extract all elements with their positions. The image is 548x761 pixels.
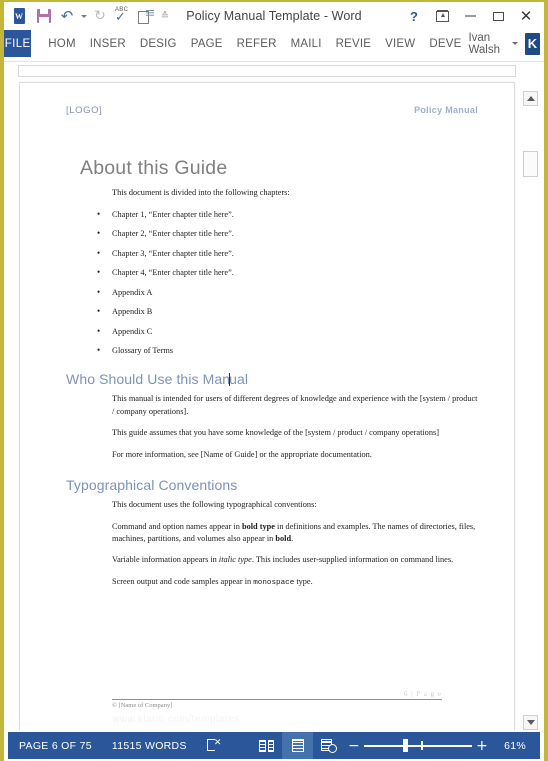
list-item: Chapter 3, “Enter chapter title here”.	[66, 248, 478, 258]
typo-cmd-bold2: bold	[275, 533, 292, 543]
zoom-slider-track	[364, 745, 472, 747]
list-item: Appendix A	[66, 287, 478, 297]
view-buttons	[251, 732, 344, 759]
typo-var-part2: . This includes user-supplied informatio…	[251, 555, 454, 565]
redo-icon[interactable]: ↻	[89, 5, 111, 27]
touch-mode-icon[interactable]	[135, 5, 157, 27]
scroll-down-icon[interactable]	[523, 715, 538, 730]
status-bar: PAGE 6 OF 75 11515 WORDS ✕ − + 61%	[8, 732, 540, 759]
who-paragraph-1: This manual is intended for users of dif…	[112, 394, 478, 416]
list-item: Appendix B	[66, 306, 478, 316]
document-page[interactable]: [LOGO] Policy Manual About this Guide Th…	[19, 82, 515, 730]
quick-access-toolbar: W ↶ ↻ ABC ✓ ≙	[4, 5, 172, 27]
close-button[interactable]: ✕	[513, 5, 539, 27]
horizontal-ruler[interactable]	[18, 65, 516, 77]
minimize-button[interactable]	[457, 5, 483, 27]
typo-paragraph-command: Command and option names appear in bold …	[112, 521, 478, 546]
tab-review[interactable]: REVIE	[329, 30, 379, 57]
word-window: W ↶ ↻ ABC ✓ ≙ Policy Manual Template - Wo…	[0, 0, 548, 761]
vertical-scrollbar[interactable]	[523, 63, 538, 730]
scrollbar-thumb[interactable]	[523, 151, 538, 177]
status-word-count[interactable]: 11515 WORDS	[102, 732, 197, 759]
list-item: Chapter 4, “Enter chapter title here”.	[66, 267, 478, 277]
tab-design[interactable]: DESIG	[133, 30, 184, 57]
undo-dropdown-icon[interactable]	[79, 5, 88, 27]
zoom-out-button[interactable]: −	[344, 739, 364, 753]
read-mode-view-button[interactable]	[251, 732, 282, 759]
tab-references[interactable]: REFER	[230, 30, 284, 57]
save-icon[interactable]	[33, 5, 55, 27]
typo-cmd-bold1: bold type	[241, 521, 275, 531]
scroll-up-icon[interactable]	[523, 91, 538, 106]
proofing-errors-icon[interactable]: ✕	[197, 732, 232, 759]
footer-page-indicator: 6 | P a g e	[404, 690, 442, 698]
tab-gap	[31, 30, 41, 57]
tab-insert[interactable]: INSER	[83, 30, 133, 57]
customize-quick-access-icon[interactable]: ≙	[158, 5, 172, 27]
section-heading-typographical-conventions: Typographical Conventions	[66, 477, 238, 494]
list-item: Chapter 1, “Enter chapter title here”.	[66, 209, 478, 219]
ribbon-display-options-button[interactable]	[429, 5, 455, 27]
typo-scr-part1: Screen output and code samples appear in	[112, 576, 254, 586]
who-paragraph-2: This guide assumes that you have some kn…	[112, 428, 439, 438]
page-title: About this Guide	[80, 157, 228, 179]
tab-file[interactable]: FILE	[4, 30, 32, 57]
ribbon-collapsed-strip	[4, 57, 544, 62]
zoom-slider-thumb[interactable]	[402, 739, 408, 752]
title-bar: W ↶ ↻ ABC ✓ ≙ Policy Manual Template - Wo…	[4, 2, 544, 30]
zoom-in-button[interactable]: +	[472, 739, 492, 753]
footer-copyright: © [Name of Company]	[112, 702, 173, 709]
list-item: Chapter 2, “Enter chapter title here”.	[66, 228, 478, 238]
footer-divider	[112, 699, 442, 700]
header-right-text: Policy Manual	[414, 105, 478, 115]
tab-view[interactable]: VIEW	[378, 30, 422, 57]
spelling-check-icon[interactable]: ABC ✓	[112, 5, 134, 27]
typo-paragraph-variable: Variable information appears in italic t…	[112, 554, 478, 566]
section-heading-who-should-use: Who Should Use this Manual	[66, 371, 478, 387]
typo-var-italic: italic type	[218, 555, 252, 565]
typo-scr-mono: monospace	[253, 578, 295, 587]
logo-placeholder: [LOGO]	[66, 105, 103, 116]
typo-scr-part2: type.	[294, 576, 313, 586]
tab-page-layout[interactable]: PAGE	[184, 30, 230, 57]
account-dropdown-icon[interactable]	[511, 42, 518, 45]
page-footer: 6 | P a g e © [Name of Company] www.klar…	[112, 690, 442, 725]
who-paragraph-3: For more information, see [Name of Guide…	[112, 449, 372, 459]
typo-cmd-part1: Command and option names appear in	[112, 521, 242, 531]
intro-paragraph: This document is divided into the follow…	[112, 188, 290, 197]
account-name: Ivan Walsh	[468, 31, 500, 56]
typo-intro: This document uses the following typogra…	[112, 500, 317, 510]
undo-icon[interactable]: ↶	[56, 5, 78, 27]
avatar[interactable]: K	[524, 32, 540, 55]
chapter-list: Chapter 1, “Enter chapter title here”. C…	[66, 209, 478, 356]
footer-watermark: www.klariti.com/templates	[112, 714, 240, 725]
ribbon-tab-bar: FILE HOM INSER DESIG PAGE REFER MAILI RE…	[4, 30, 544, 57]
tab-home[interactable]: HOM	[41, 30, 82, 57]
help-button[interactable]: ?	[401, 5, 427, 27]
typo-paragraph-screen: Screen output and code samples appear in…	[112, 576, 478, 589]
web-layout-view-button[interactable]	[313, 732, 344, 759]
zoom-slider-midpoint	[421, 741, 423, 750]
tab-mailings[interactable]: MAILI	[284, 30, 329, 57]
zoom-level-label[interactable]: 61%	[492, 740, 534, 752]
typo-var-part1: Variable information appears in	[112, 555, 219, 565]
list-item: Glossary of Terms	[66, 345, 478, 355]
window-controls: ? ✕	[401, 5, 544, 27]
zoom-control: − + 61%	[344, 739, 540, 753]
heading-text-after-caret: ual	[229, 371, 249, 388]
document-canvas: [LOGO] Policy Manual About this Guide Th…	[8, 63, 540, 730]
list-item: Appendix C	[66, 326, 478, 336]
account-area[interactable]: Ivan Walsh K	[468, 30, 544, 57]
page-header: [LOGO] Policy Manual	[66, 105, 478, 145]
typo-cmd-part3: .	[291, 533, 294, 543]
print-layout-view-button[interactable]	[282, 732, 313, 759]
zoom-slider[interactable]	[364, 739, 472, 752]
heading-text-before-caret: Who Should Use this Man	[66, 371, 231, 388]
word-logo-icon[interactable]: W	[10, 5, 32, 27]
status-page-label[interactable]: PAGE 6 OF 75	[8, 732, 102, 759]
restore-button[interactable]	[485, 5, 511, 27]
tab-developer[interactable]: DEVE	[422, 30, 468, 57]
